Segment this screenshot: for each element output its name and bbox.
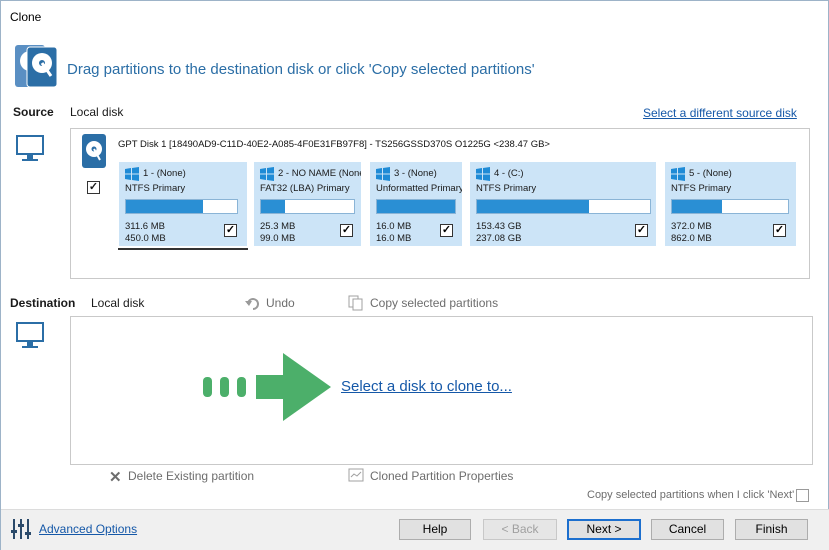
partition-used: 153.43 GB (476, 221, 522, 232)
windows-logo-icon (376, 167, 390, 181)
properties-icon (348, 468, 364, 482)
partition-name: 2 - NO NAME (None) (278, 168, 361, 179)
partition-4[interactable]: 4 - (C:) NTFS Primary 153.43 GB 237.08 G… (470, 162, 656, 246)
undo-icon (245, 298, 259, 310)
undo-button[interactable]: Undo (266, 296, 295, 310)
partition-checkbox[interactable]: ✓ (635, 224, 648, 237)
partition-usage-fill (377, 200, 455, 213)
windows-logo-icon (125, 167, 139, 181)
selected-partition-indicator (118, 248, 248, 250)
advanced-options-link[interactable]: Advanced Options (39, 522, 137, 536)
delete-icon: ✕ (109, 469, 122, 486)
partition-name: 5 - (None) (689, 168, 732, 179)
copy-selected-partitions-button[interactable]: Copy selected partitions (370, 296, 498, 310)
partition-1[interactable]: 1 - (None) NTFS Primary 311.6 MB 450.0 M… (119, 162, 247, 246)
partition-2[interactable]: 2 - NO NAME (None) FAT32 (LBA) Primary 2… (254, 162, 361, 246)
cancel-button[interactable]: Cancel (651, 519, 724, 540)
sliders-icon (11, 519, 31, 539)
partition-5[interactable]: 5 - (None) NTFS Primary 372.0 MB 862.0 M… (665, 162, 796, 246)
partition-checkbox[interactable]: ✓ (340, 224, 353, 237)
copy-on-next-label: Copy selected partitions when I click 'N… (587, 489, 795, 501)
partition-fs: NTFS Primary (671, 183, 732, 194)
cloned-partition-properties-button[interactable]: Cloned Partition Properties (370, 469, 513, 483)
partition-name: 1 - (None) (143, 168, 186, 179)
delete-existing-partition-button[interactable]: Delete Existing partition (128, 469, 254, 483)
next-button[interactable]: Next > (567, 519, 641, 540)
partition-usage-bar (476, 199, 651, 214)
partition-total: 99.0 MB (260, 233, 296, 244)
partition-checkbox[interactable]: ✓ (440, 224, 453, 237)
partition-total: 862.0 MB (671, 233, 712, 244)
partition-name: 3 - (None) (394, 168, 437, 179)
back-button[interactable]: < Back (483, 519, 557, 540)
hard-disk-icon (82, 134, 106, 168)
partition-usage-fill (261, 200, 286, 213)
source-disk-title: GPT Disk 1 [18490AD9-C11D-40E2-A085-4F0E… (118, 139, 550, 150)
partition-total: 16.0 MB (376, 233, 412, 244)
window-title: Clone (10, 10, 42, 24)
windows-logo-icon (476, 167, 490, 181)
help-button[interactable]: Help (399, 519, 471, 540)
partition-usage-bar (260, 199, 355, 214)
partition-fs: Unformatted Primary (376, 183, 462, 194)
monitor-icon (16, 135, 44, 161)
partition-total: 450.0 MB (125, 233, 166, 244)
finish-button[interactable]: Finish (735, 519, 808, 540)
windows-logo-icon (260, 167, 274, 181)
destination-type: Local disk (91, 296, 145, 310)
partition-used: 25.3 MB (260, 221, 296, 232)
partition-fs: NTFS Primary (125, 183, 186, 194)
partition-name: 4 - (C:) (494, 168, 524, 179)
partition-checkbox[interactable]: ✓ (773, 224, 786, 237)
partition-fs: FAT32 (LBA) Primary (260, 183, 350, 194)
source-disk-checkbox[interactable]: ✓ (87, 181, 100, 194)
arrow-right-icon (203, 353, 331, 421)
partition-total: 237.08 GB (476, 233, 522, 244)
partition-usage-fill (477, 200, 590, 213)
partition-used: 16.0 MB (376, 221, 412, 232)
partition-usage-fill (672, 200, 722, 213)
partition-fs: NTFS Primary (476, 183, 537, 194)
partition-usage-bar (125, 199, 238, 214)
partition-used: 311.6 MB (125, 221, 165, 232)
partition-usage-bar (376, 199, 456, 214)
clone-window: Clone Drag partitions to the destination… (0, 0, 829, 550)
header-instruction: Drag partitions to the destination disk … (67, 61, 535, 78)
select-different-source-link[interactable]: Select a different source disk (643, 106, 797, 120)
source-type: Local disk (70, 105, 124, 119)
partition-used: 372.0 MB (671, 221, 712, 232)
source-label: Source (13, 105, 54, 119)
copy-icon (348, 295, 363, 311)
partition-usage-bar (671, 199, 789, 214)
select-disk-to-clone-link[interactable]: Select a disk to clone to... (341, 378, 512, 395)
windows-logo-icon (671, 167, 685, 181)
copy-on-next-checkbox[interactable] (796, 489, 809, 502)
clone-disk-icon (15, 45, 58, 88)
partition-usage-fill (126, 200, 203, 213)
monitor-icon (16, 322, 44, 348)
partition-3[interactable]: 3 - (None) Unformatted Primary 16.0 MB 1… (370, 162, 462, 246)
destination-label: Destination (10, 296, 76, 310)
partition-checkbox[interactable]: ✓ (224, 224, 237, 237)
